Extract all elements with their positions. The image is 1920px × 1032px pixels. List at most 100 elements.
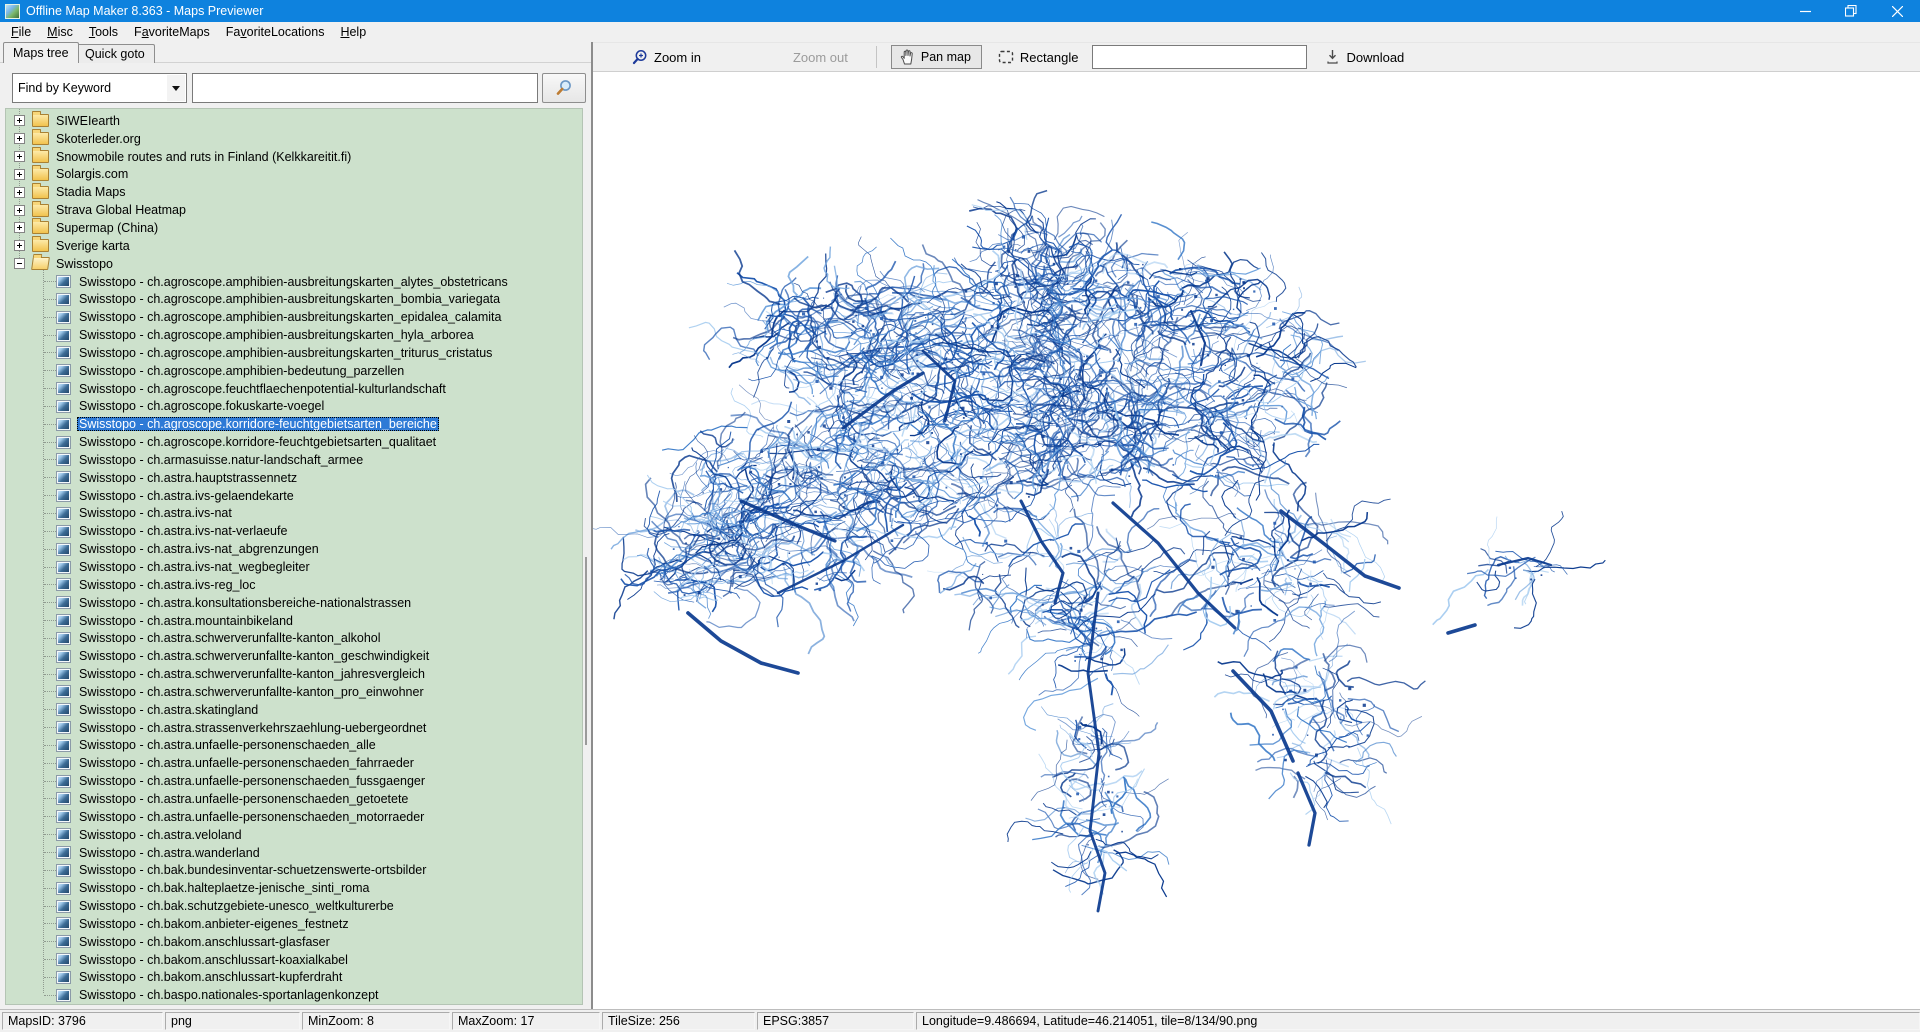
tree-item[interactable]: Swisstopo - ch.astra.hauptstrassennetz xyxy=(6,469,582,487)
menu-file[interactable]: File xyxy=(4,23,38,41)
tree-item[interactable]: Swisstopo - ch.astra.ivs-reg_loc xyxy=(6,576,582,594)
tree-item-label[interactable]: Swisstopo - ch.astra.ivs-nat_abgrenzunge… xyxy=(77,542,321,556)
tree-item[interactable]: Swisstopo - ch.astra.ivs-nat_abgrenzunge… xyxy=(6,540,582,558)
tree-item-label[interactable]: Swisstopo - ch.agroscope.amphibien-ausbr… xyxy=(77,346,494,360)
tree-item-label[interactable]: Skoterleder.org xyxy=(54,132,143,146)
tree-item[interactable]: Swisstopo - ch.astra.strassenverkehrszae… xyxy=(6,719,582,737)
tree-item[interactable]: Swisstopo - ch.astra.ivs-nat xyxy=(6,505,582,523)
pan-map-button[interactable]: Pan map xyxy=(890,45,982,69)
tree-item[interactable]: Swisstopo - ch.astra.mountainbikeland xyxy=(6,612,582,630)
tree-item-label[interactable]: Swisstopo - ch.astra.ivs-nat_wegbegleite… xyxy=(77,560,312,574)
tree-item-label[interactable]: Swisstopo - ch.astra.mountainbikeland xyxy=(77,614,295,628)
tree-item-label[interactable]: Sverige karta xyxy=(54,239,132,253)
download-name-input[interactable] xyxy=(1092,45,1308,69)
tree-item-label[interactable]: Swisstopo - ch.astra.ivs-nat xyxy=(77,506,234,520)
tree-item[interactable]: Swisstopo - ch.agroscope.amphibien-ausbr… xyxy=(6,344,582,362)
tree-item-label[interactable]: Swisstopo - ch.astra.wanderland xyxy=(77,846,262,860)
tree-item-label[interactable]: Swisstopo - ch.baspo.nationales-sportanl… xyxy=(77,988,381,1002)
tree-item[interactable]: Swisstopo - ch.bak.bundesinventar-schuet… xyxy=(6,861,582,879)
tree-item[interactable]: Swisstopo - ch.astra.konsultationsbereic… xyxy=(6,594,582,612)
menu-misc[interactable]: Misc xyxy=(40,23,80,41)
search-button[interactable] xyxy=(542,73,586,103)
tree-item[interactable]: Swisstopo - ch.astra.ivs-gelaendekarte xyxy=(6,487,582,505)
tree-item[interactable]: Swisstopo - ch.agroscope.korridore-feuch… xyxy=(6,433,582,451)
tree-item-label[interactable]: Swisstopo - ch.agroscope.fokuskarte-voeg… xyxy=(77,399,326,413)
tree-item[interactable]: Swisstopo - ch.astra.ivs-nat-verlaeufe xyxy=(6,522,582,540)
tree-item-label[interactable]: Swisstopo - ch.astra.unfaelle-personensc… xyxy=(77,738,378,752)
tree-folder[interactable]: Strava Global Heatmap xyxy=(6,200,582,219)
tree-item[interactable]: Swisstopo - ch.agroscope.fokuskarte-voeg… xyxy=(6,398,582,416)
expand-icon[interactable] xyxy=(14,133,25,145)
tree-item-label[interactable]: Swisstopo - ch.bakom.anbieter-eigenes_fe… xyxy=(77,917,351,931)
tree-item-label[interactable]: Swisstopo - ch.agroscope.amphibien-ausbr… xyxy=(77,275,510,289)
tree-folder[interactable]: Solargis.com xyxy=(6,164,582,184)
search-mode-select[interactable]: Find by Keyword xyxy=(12,73,187,103)
tree-item-label[interactable]: Swisstopo - ch.agroscope.amphibien-ausbr… xyxy=(77,328,476,342)
tree-item-label[interactable]: Supermap (China) xyxy=(54,221,160,235)
tree-item-label[interactable]: Swisstopo - ch.agroscope.korridore-feuch… xyxy=(77,435,438,449)
tree-item[interactable]: Swisstopo - ch.agroscope.amphibien-ausbr… xyxy=(6,273,582,291)
tree-item-label[interactable]: Swisstopo - ch.agroscope.feuchtflaechenp… xyxy=(77,382,448,396)
tree-item-label[interactable]: Swisstopo - ch.bak.halteplaetze-jenische… xyxy=(77,881,371,895)
tree-item[interactable]: Swisstopo - ch.bak.halteplaetze-jenische… xyxy=(6,879,582,897)
tree-folder[interactable]: Swisstopo xyxy=(6,255,582,273)
tree-item-label[interactable]: Solargis.com xyxy=(54,167,130,181)
expand-icon[interactable] xyxy=(14,222,25,234)
tree-item-label[interactable]: Swisstopo - ch.astra.schwerverunfallte-k… xyxy=(77,685,426,699)
tree-item[interactable]: Swisstopo - ch.astra.unfaelle-personensc… xyxy=(6,808,582,826)
tree-item-label[interactable]: Swisstopo - ch.astra.skatingland xyxy=(77,703,260,717)
tree-item[interactable]: Swisstopo - ch.bakom.anschlussart-glasfa… xyxy=(6,933,582,951)
tree-item[interactable]: Swisstopo - ch.agroscope.amphibien-bedeu… xyxy=(6,362,582,380)
minimize-button[interactable] xyxy=(1782,0,1828,22)
tree-item-label[interactable]: Swisstopo - ch.astra.strassenverkehrszae… xyxy=(77,721,428,735)
tree-folder[interactable]: Supermap (China) xyxy=(6,218,582,237)
tree-item[interactable]: Swisstopo - ch.astra.unfaelle-personensc… xyxy=(6,737,582,755)
tree-item-label[interactable]: Swisstopo - ch.astra.veloland xyxy=(77,828,244,842)
tree-item-label[interactable]: Swisstopo - ch.bak.schutzgebiete-unesco_… xyxy=(77,899,396,913)
tree-item[interactable]: Swisstopo - ch.agroscope.korridore-feuch… xyxy=(6,415,582,433)
expand-icon[interactable] xyxy=(14,168,25,180)
tree-item-label[interactable]: Swisstopo xyxy=(54,257,115,271)
menu-favoritemaps[interactable]: FavoriteMaps xyxy=(127,23,217,41)
tree-item-label[interactable]: Strava Global Heatmap xyxy=(54,203,188,217)
tree-item-label[interactable]: Swisstopo - ch.armasuisse.natur-landscha… xyxy=(77,453,365,467)
menu-favoritelocations[interactable]: FavoriteLocations xyxy=(219,23,332,41)
tree-item[interactable]: Swisstopo - ch.bak.schutzgebiete-unesco_… xyxy=(6,897,582,915)
tree-item[interactable]: Swisstopo - ch.astra.ivs-nat_wegbegleite… xyxy=(6,558,582,576)
tree-item-label[interactable]: Swisstopo - ch.bakom.anschlussart-kupfer… xyxy=(77,970,344,984)
tree-item-label[interactable]: Stadia Maps xyxy=(54,185,127,199)
tree-item[interactable]: Swisstopo - ch.astra.skatingland xyxy=(6,701,582,719)
tree-item-label-selected[interactable]: Swisstopo - ch.agroscope.korridore-feuch… xyxy=(77,417,439,432)
tree-folder[interactable]: Sverige karta xyxy=(6,236,582,255)
tree-folder[interactable]: SIWEIearth xyxy=(6,111,582,130)
maps-tree[interactable]: SIWEIearth Skoterleder.org Snowmobile rout… xyxy=(5,108,583,1005)
tree-item[interactable]: Swisstopo - ch.astra.unfaelle-personensc… xyxy=(6,754,582,772)
tree-item[interactable]: Swisstopo - ch.astra.schwerverunfallte-k… xyxy=(6,665,582,683)
map-canvas[interactable] xyxy=(593,73,1920,1009)
tree-item-label[interactable]: Swisstopo - ch.astra.konsultationsbereic… xyxy=(77,596,413,610)
expand-icon[interactable] xyxy=(14,115,25,127)
zoom-out-button[interactable]: Zoom out xyxy=(793,50,848,65)
tree-folder[interactable]: Stadia Maps xyxy=(6,182,582,201)
tree-item[interactable]: Swisstopo - ch.agroscope.amphibien-ausbr… xyxy=(6,308,582,326)
expand-icon[interactable] xyxy=(14,151,25,163)
download-button[interactable]: Download xyxy=(1325,49,1404,65)
tab-maps-tree[interactable]: Maps tree xyxy=(3,42,79,63)
expand-icon[interactable] xyxy=(14,186,25,198)
tree-item-label[interactable]: Swisstopo - ch.astra.schwerverunfallte-k… xyxy=(77,631,383,645)
tab-quick-goto[interactable]: Quick goto xyxy=(75,44,155,63)
tree-item-label[interactable]: Swisstopo - ch.astra.ivs-gelaendekarte xyxy=(77,489,296,503)
tree-item-label[interactable]: Swisstopo - ch.astra.unfaelle-personensc… xyxy=(77,810,426,824)
tree-item-label[interactable]: Swisstopo - ch.agroscope.amphibien-ausbr… xyxy=(77,292,502,306)
tree-item-label[interactable]: Swisstopo - ch.agroscope.amphibien-ausbr… xyxy=(77,310,503,324)
tree-item-label[interactable]: Swisstopo - ch.astra.schwerverunfallte-k… xyxy=(77,649,431,663)
tree-item-label[interactable]: Swisstopo - ch.astra.ivs-reg_loc xyxy=(77,578,257,592)
tree-item[interactable]: Swisstopo - ch.agroscope.amphibien-ausbr… xyxy=(6,290,582,308)
tree-folder[interactable]: Skoterleder.org xyxy=(6,129,582,148)
tree-item[interactable]: Swisstopo - ch.astra.schwerverunfallte-k… xyxy=(6,683,582,701)
tree-item[interactable]: Swisstopo - ch.astra.unfaelle-personensc… xyxy=(6,790,582,808)
tree-item-label[interactable]: Swisstopo - ch.bakom.anschlussart-koaxia… xyxy=(77,953,350,967)
tree-item[interactable]: Swisstopo - ch.astra.schwerverunfallte-k… xyxy=(6,629,582,647)
tree-item[interactable]: Swisstopo - ch.agroscope.amphibien-ausbr… xyxy=(6,326,582,344)
tree-item[interactable]: Swisstopo - ch.astra.veloland xyxy=(6,826,582,844)
